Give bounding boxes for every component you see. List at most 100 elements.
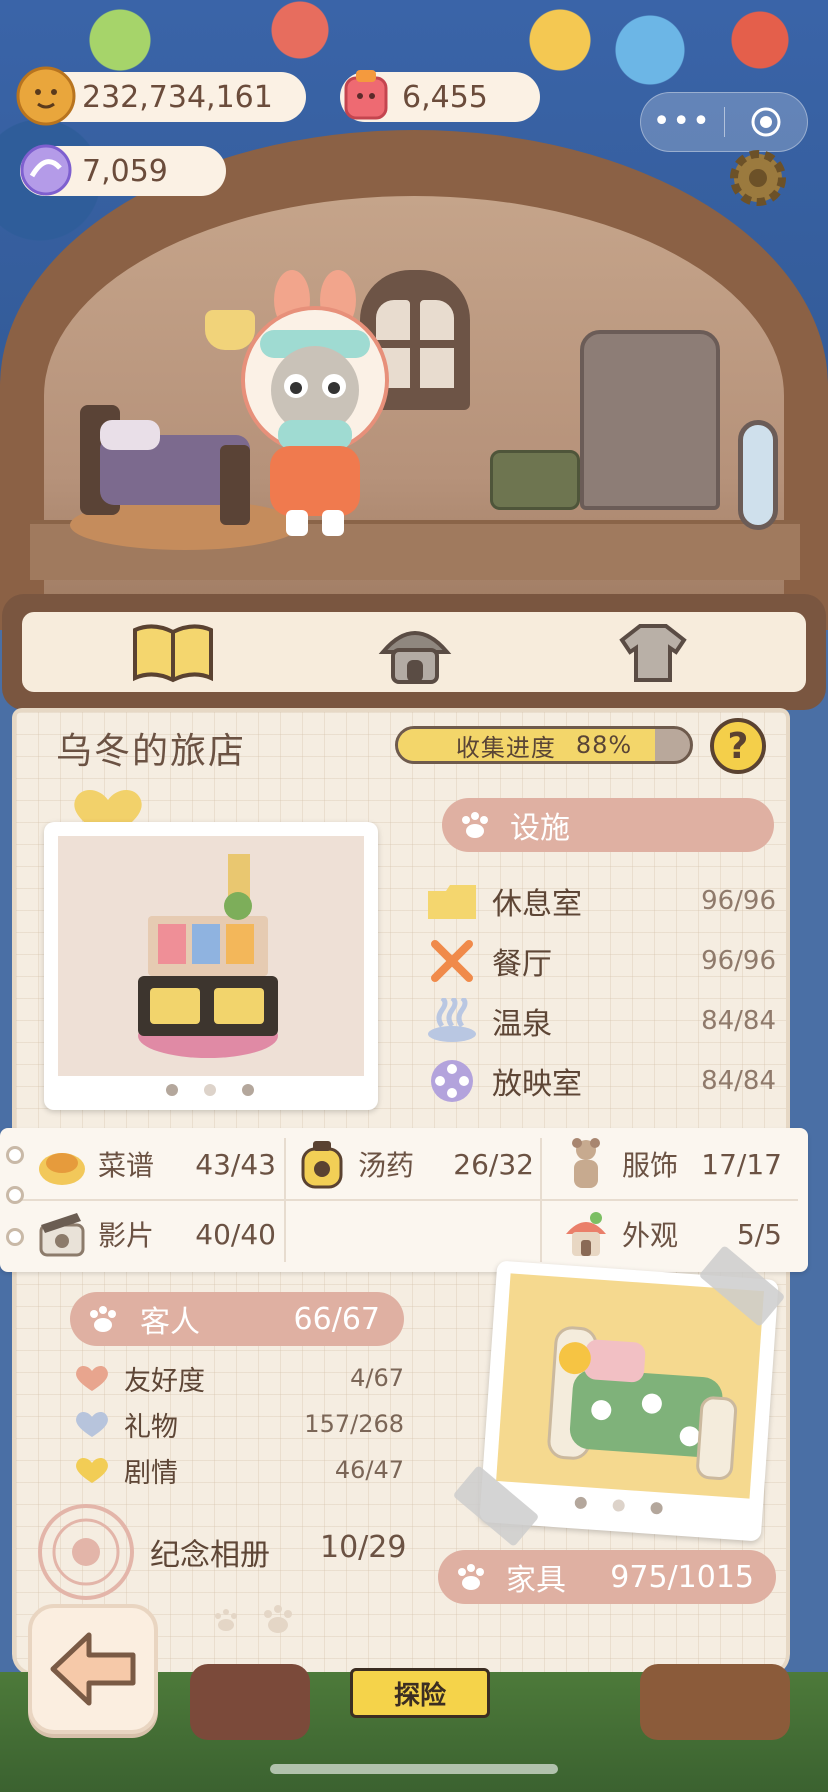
help-button[interactable]: ?	[710, 718, 766, 774]
home-indicator	[270, 1764, 558, 1774]
guest-stat-value: 4/67	[350, 1364, 404, 1392]
collection-recipe[interactable]: 菜谱 43/43	[36, 1136, 276, 1192]
mini-program-capsule: •••	[640, 92, 808, 152]
hotel-icon	[378, 631, 452, 684]
screening-room-icon	[426, 1058, 478, 1104]
bottom-menu-item[interactable]	[190, 1664, 310, 1740]
guest-row-gift[interactable]: 礼物 157/268	[74, 1404, 404, 1444]
collection-name: 服饰	[622, 1149, 679, 1182]
settings-gear-icon[interactable]	[725, 145, 791, 211]
furniture-preview	[58, 836, 364, 1076]
collection-name: 汤药	[358, 1149, 415, 1182]
cookie-coin-icon	[16, 66, 76, 126]
collection-value: 5/5	[736, 1217, 782, 1251]
progress-percent: 88%	[575, 731, 633, 759]
tab-book[interactable]	[128, 618, 218, 688]
collection-value: 17/17	[701, 1147, 782, 1181]
paw-icon	[90, 1306, 116, 1332]
guest-stat-name: 礼物	[124, 1411, 178, 1443]
guests-title: 客人	[140, 1305, 200, 1340]
progress-label: 收集进度	[455, 733, 556, 762]
facility-value: 96/96	[701, 886, 776, 916]
paw-icon	[462, 812, 488, 838]
red-gem-icon	[344, 70, 388, 120]
collection-potion[interactable]: 汤药 26/32	[296, 1136, 534, 1192]
target-close-icon[interactable]	[725, 105, 808, 139]
facility-value: 96/96	[701, 946, 776, 976]
paw-icon	[458, 1564, 484, 1590]
bottom-menu-item[interactable]	[640, 1664, 790, 1740]
photo-pager	[166, 1084, 254, 1096]
facility-row-screening-room[interactable]: 放映室 84/84	[426, 1056, 776, 1106]
facility-name: 餐厅	[492, 947, 552, 982]
guest-stat-value: 46/47	[334, 1456, 404, 1484]
furniture-photo-card[interactable]	[44, 822, 378, 1110]
treasure-chest	[490, 450, 580, 510]
collection-value: 26/32	[453, 1147, 534, 1181]
guests-value: 66/67	[293, 1301, 380, 1337]
furniture-header[interactable]: 家具 975/1015	[438, 1550, 776, 1604]
photo-pager	[574, 1496, 663, 1515]
wardrobe	[580, 330, 720, 510]
facility-name: 放映室	[492, 1067, 582, 1102]
facility-name: 休息室	[492, 887, 582, 922]
facility-value: 84/84	[701, 1006, 776, 1036]
story-heart-icon	[76, 1457, 108, 1483]
guest-stat-name: 友好度	[124, 1365, 205, 1397]
more-dots-icon[interactable]: •••	[641, 102, 724, 142]
candy-counter[interactable]: 7,059	[20, 144, 226, 196]
outfit-icon	[560, 1138, 612, 1190]
furniture-value: 975/1015	[610, 1559, 754, 1595]
gift-heart-icon	[76, 1411, 108, 1437]
facility-row-lounge[interactable]: 休息室 96/96	[426, 876, 776, 926]
album-value: 10/29	[320, 1530, 407, 1565]
collection-name: 外观	[622, 1219, 679, 1252]
adventure-sign-label: 探险	[393, 1680, 446, 1711]
gem-amount: 6,455	[402, 79, 488, 115]
guest-row-friendship[interactable]: 友好度 4/67	[74, 1358, 404, 1398]
tab-clothes[interactable]	[608, 618, 698, 688]
gem-counter[interactable]: 6,455	[340, 70, 540, 122]
guest-row-story[interactable]: 剧情 46/47	[74, 1450, 404, 1490]
collection-name: 影片	[98, 1219, 155, 1252]
exterior-icon	[560, 1208, 612, 1260]
character-udon[interactable]	[230, 270, 400, 545]
guest-stat-name: 剧情	[124, 1457, 178, 1489]
guest-stat-value: 157/268	[304, 1410, 404, 1438]
purple-candy-icon	[20, 144, 72, 196]
facility-row-restaurant[interactable]: 餐厅 96/96	[426, 936, 776, 986]
book-icon	[133, 624, 213, 683]
facilities-title: 设施	[510, 811, 570, 846]
collection-value: 40/40	[195, 1217, 276, 1251]
arrow-left-icon	[50, 1632, 136, 1706]
collection-outfit[interactable]: 服饰 17/17	[560, 1136, 782, 1192]
paw-prints-icon	[215, 1605, 292, 1633]
heart-icon	[76, 1365, 108, 1391]
adventure-sign[interactable]: 探险	[350, 1668, 490, 1718]
gold-counter[interactable]: 232,734,161	[16, 66, 306, 126]
tab-hotel[interactable]	[370, 618, 460, 688]
question-icon: ?	[727, 725, 749, 767]
hot-spring-icon	[426, 998, 478, 1044]
bed-preview	[496, 1273, 764, 1499]
facility-value: 84/84	[701, 1066, 776, 1096]
collection-film[interactable]: 影片 40/40	[36, 1206, 276, 1262]
gold-amount: 232,734,161	[82, 79, 273, 115]
lounge-icon	[426, 878, 478, 924]
memory-album[interactable]: 纪念相册 10/29	[34, 1500, 424, 1600]
clothes-icon	[619, 624, 687, 682]
guests-header[interactable]: 客人 66/67	[70, 1292, 404, 1346]
postmark-stamp-icon	[38, 1504, 134, 1600]
film-icon	[36, 1208, 88, 1260]
recipe-icon	[36, 1138, 88, 1190]
collection-value: 43/43	[195, 1147, 276, 1181]
back-button[interactable]	[28, 1604, 158, 1734]
candy-amount: 7,059	[82, 153, 168, 189]
restaurant-icon	[426, 938, 478, 984]
standing-mirror	[738, 420, 778, 530]
facility-name: 温泉	[492, 1007, 552, 1042]
collection-exterior[interactable]: 外观 5/5	[560, 1206, 782, 1262]
facility-row-hot-spring[interactable]: 温泉 84/84	[426, 996, 776, 1046]
album-label: 纪念相册	[150, 1538, 270, 1573]
collection-name: 菜谱	[98, 1149, 155, 1182]
